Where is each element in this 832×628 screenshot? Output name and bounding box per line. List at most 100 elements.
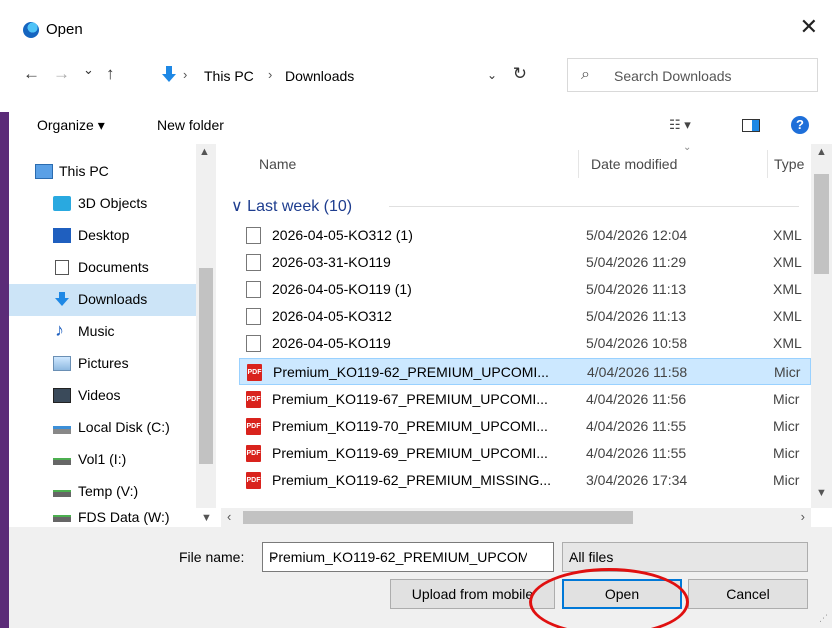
column-header-type[interactable]: Type	[774, 156, 804, 172]
sidebar-item-label: Documents	[78, 259, 149, 275]
sidebar-item-documents[interactable]: Documents	[9, 252, 196, 284]
sidebar-item-3d-objects[interactable]: 3D Objects	[9, 188, 196, 220]
file-date: 4/04/2026 11:55	[586, 418, 687, 434]
background-window-strip	[0, 112, 9, 628]
help-button[interactable]: ?	[791, 116, 809, 134]
vertical-scroll-thumb[interactable]	[814, 174, 829, 274]
breadcrumb-downloads[interactable]: Downloads	[285, 68, 354, 84]
chevron-down-icon: ⌄	[569, 549, 580, 563]
forward-button[interactable]: →	[53, 65, 70, 82]
sidebar-item-music[interactable]: ♪ Music	[9, 316, 196, 348]
search-icon: ⌕	[581, 66, 590, 83]
sidebar-item-label: Downloads	[78, 291, 148, 307]
file-list-horizontal-scrollbar[interactable]: ‹ ›	[221, 508, 811, 527]
scroll-right-icon[interactable]: ›	[801, 509, 805, 524]
sidebar-item-desktop[interactable]: Desktop	[9, 220, 196, 252]
file-row[interactable]: 2026-04-05-KO312 5/04/2026 11:13 XML	[239, 303, 811, 330]
pdf-icon: PDF	[246, 445, 261, 462]
file-row[interactable]: 2026-04-05-KO119 (1) 5/04/2026 11:13 XML	[239, 276, 811, 303]
scroll-down-icon[interactable]: ▼	[201, 512, 212, 524]
sidebar-item-pictures[interactable]: Pictures	[9, 348, 196, 380]
file-row[interactable]: PDF Premium_KO119-62_PREMIUM_MISSING... …	[239, 467, 811, 494]
sidebar-item-local-disk[interactable]: Local Disk (C:)	[9, 412, 196, 444]
navigation-bar: ← → ⌄ ↑ › This PC › Downloads ⌄ ↻ ⌕ Sear…	[9, 55, 832, 95]
scroll-up-icon[interactable]: ▲	[199, 146, 210, 158]
sidebar-item-vol1[interactable]: Vol1 (I:)	[9, 444, 196, 476]
resize-grip-icon[interactable]: ⋰	[819, 613, 828, 624]
new-folder-button[interactable]: New folder	[157, 117, 224, 133]
search-box[interactable]: ⌕ Search Downloads	[567, 58, 818, 92]
breadcrumb-separator: ›	[183, 67, 188, 82]
sidebar-item-label: Local Disk (C:)	[78, 419, 170, 435]
column-header-date[interactable]: Date modified	[591, 156, 677, 172]
scroll-left-icon[interactable]: ‹	[227, 509, 231, 524]
sidebar-scroll-thumb[interactable]	[199, 268, 213, 464]
chevron-down-icon[interactable]: ⌄	[269, 549, 527, 563]
scroll-up-icon[interactable]: ▲	[816, 146, 827, 158]
cube-icon	[53, 196, 71, 211]
network-drive-icon	[53, 515, 71, 522]
sidebar-item-label: Videos	[78, 387, 121, 403]
file-row[interactable]: 2026-03-31-KO119 5/04/2026 11:29 XML	[239, 249, 811, 276]
file-date: 4/04/2026 11:58	[587, 364, 688, 380]
file-name-combobox[interactable]: Premium_KO119-62_PREMIUM_UPCOMING ⌄	[262, 542, 554, 572]
column-header-name[interactable]: Name	[259, 156, 296, 172]
back-button[interactable]: ←	[23, 65, 40, 82]
sidebar-item-downloads[interactable]: Downloads	[9, 284, 196, 316]
file-type: Micr	[773, 445, 800, 461]
document-icon	[246, 308, 261, 325]
documents-icon	[55, 260, 69, 275]
file-name: Premium_KO119-67_PREMIUM_UPCOMI...	[272, 391, 548, 407]
change-view-button[interactable]: ☷ ▾	[669, 117, 691, 133]
column-divider[interactable]	[578, 150, 579, 178]
group-divider	[389, 206, 799, 207]
file-type: Micr	[774, 364, 801, 380]
cancel-button[interactable]: Cancel	[688, 579, 808, 609]
up-button[interactable]: ↑	[106, 65, 115, 82]
column-divider[interactable]	[767, 150, 768, 178]
scroll-down-icon[interactable]: ▼	[816, 487, 827, 499]
pdf-icon: PDF	[246, 391, 261, 408]
document-icon	[246, 254, 261, 271]
file-row[interactable]: PDF Premium_KO119-67_PREMIUM_UPCOMI... 4…	[239, 386, 811, 413]
sidebar-item-this-pc[interactable]: This PC	[9, 156, 196, 188]
title-bar: Open ✕	[9, 0, 832, 60]
sidebar-scrollbar[interactable]: ▲	[196, 144, 216, 508]
group-header[interactable]: ∨ Last week (10)	[231, 196, 352, 216]
close-button[interactable]: ✕	[800, 16, 818, 38]
file-name: 2026-04-05-KO119 (1)	[272, 281, 412, 297]
preview-pane-icon[interactable]	[742, 119, 760, 132]
sidebar-item-fds-data[interactable]: FDS Data (W:)	[9, 508, 196, 528]
sidebar-item-label: 3D Objects	[78, 195, 148, 211]
file-row[interactable]: PDF Premium_KO119-70_PREMIUM_UPCOMI... 4…	[239, 413, 811, 440]
file-row[interactable]: PDF Premium_KO119-69_PREMIUM_UPCOMI... 4…	[239, 440, 811, 467]
search-input[interactable]: Search Downloads	[614, 68, 732, 84]
file-date: 5/04/2026 11:29	[586, 254, 687, 270]
file-row[interactable]: 2026-04-05-KO312 (1) 5/04/2026 12:04 XML	[239, 222, 811, 249]
sidebar-item-label: This PC	[59, 163, 109, 179]
organize-button[interactable]: Organize ▾	[37, 117, 105, 134]
network-drive-icon	[53, 458, 71, 465]
pictures-icon	[53, 356, 71, 371]
file-type: XML	[773, 281, 802, 297]
horizontal-scroll-thumb[interactable]	[243, 511, 633, 524]
recent-locations-button[interactable]: ⌄	[83, 63, 94, 76]
dialog-footer: File name: Premium_KO119-62_PREMIUM_UPCO…	[9, 527, 832, 628]
document-icon	[246, 335, 261, 352]
file-name: Premium_KO119-70_PREMIUM_UPCOMI...	[272, 418, 548, 434]
refresh-icon[interactable]: ↻	[513, 64, 527, 84]
file-type: Micr	[773, 418, 800, 434]
file-date: 5/04/2026 11:13	[586, 281, 687, 297]
file-name: Premium_KO119-62_PREMIUM_MISSING...	[272, 472, 552, 488]
file-list-vertical-scrollbar[interactable]: ▲ ▼	[811, 144, 832, 508]
file-row-selected[interactable]: PDF Premium_KO119-62_PREMIUM_UPCOMI... 4…	[239, 358, 811, 385]
breadcrumb-separator: ›	[268, 67, 273, 82]
file-type: XML	[773, 254, 802, 270]
sidebar-item-temp[interactable]: Temp (V:)	[9, 476, 196, 508]
sidebar-item-videos[interactable]: Videos	[9, 380, 196, 412]
chevron-down-icon[interactable]: ⌄	[487, 68, 497, 82]
breadcrumb-this-pc[interactable]: This PC	[204, 68, 254, 84]
file-type: Micr	[773, 472, 800, 488]
address-bar[interactable]: › This PC › Downloads ⌄ ↻	[155, 58, 533, 92]
file-row[interactable]: 2026-04-05-KO119 5/04/2026 10:58 XML	[239, 330, 811, 357]
